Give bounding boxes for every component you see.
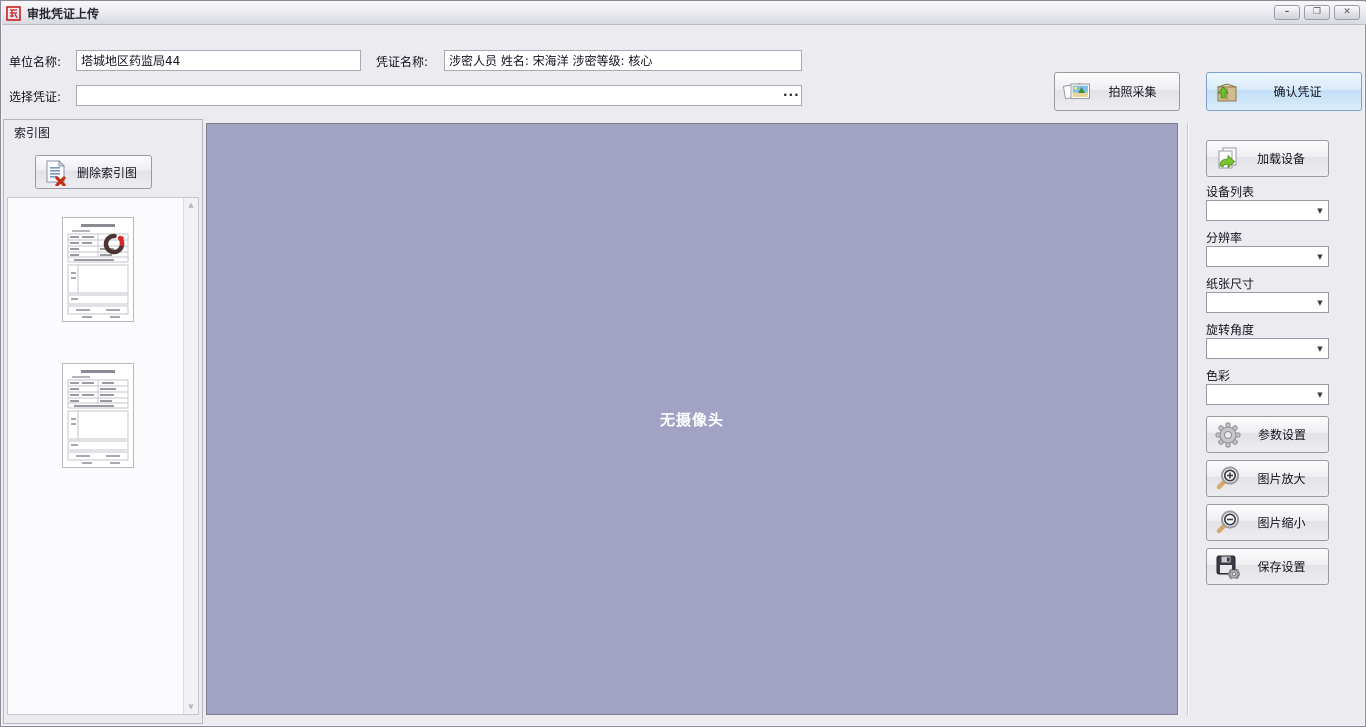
save-settings-label: 保存设置 [1241,558,1328,575]
zoom-in-icon [1214,465,1241,492]
voucher-name-label: 凭证名称: [376,53,428,70]
close-button[interactable]: ✕ [1334,5,1360,20]
zoom-out-icon [1214,509,1241,536]
image-zoom-out-button[interactable]: 图片缩小 [1206,504,1329,541]
thumbnail-scrollbar[interactable]: ▲ ▼ [183,198,198,714]
parameter-settings-button[interactable]: 参数设置 [1206,416,1329,453]
no-camera-message: 无摄像头 [660,409,724,430]
chevron-down-icon: ▼ [1312,391,1328,399]
index-images-panel: 索引图 删除索引图 [3,119,203,724]
chevron-down-icon: ▼ [1312,299,1328,307]
box-upload-icon [1214,79,1240,105]
thumbnail-page-2[interactable] [62,363,134,468]
delete-index-image-label: 删除索引图 [69,164,151,181]
save-disk-icon [1214,553,1241,580]
rotation-angle-dropdown[interactable]: ▼ [1206,338,1329,359]
rotation-angle-label: 旋转角度 [1206,321,1254,338]
image-zoom-in-button[interactable]: 图片放大 [1206,460,1329,497]
index-images-title: 索引图 [14,124,50,141]
resolution-dropdown[interactable]: ▼ [1206,246,1329,267]
window-title: 审批凭证上传 [27,5,99,22]
app-window: 审批凭证上传 – ❐ ✕ 单位名称: 凭证名称: 选择凭证: ... 拍照采集 [0,0,1366,727]
image-zoom-out-label: 图片缩小 [1241,514,1328,531]
minimize-button[interactable]: – [1274,5,1300,20]
delete-document-icon [43,159,69,186]
resolution-label: 分辨率 [1206,229,1242,246]
scroll-down-icon[interactable]: ▼ [188,700,193,714]
load-device-label: 加载设备 [1240,150,1328,167]
delete-index-image-button[interactable]: 删除索引图 [35,155,152,189]
load-device-button[interactable]: 加载设备 [1206,140,1329,177]
unit-name-input[interactable] [76,50,361,71]
chevron-down-icon: ▼ [1312,207,1328,215]
panel-separator [1187,123,1189,715]
parameter-settings-label: 参数设置 [1242,426,1328,443]
load-device-icon [1214,146,1240,171]
thumbnail-page-1[interactable] [62,217,134,322]
photos-icon [1062,79,1092,105]
camera-preview-area: 无摄像头 [206,123,1178,715]
color-label: 色彩 [1206,367,1230,384]
select-voucher-input[interactable] [76,85,802,106]
thumbnail-list[interactable]: ▲ ▼ [7,197,199,715]
confirm-voucher-label: 确认凭证 [1240,83,1361,100]
browse-ellipsis-button[interactable]: ... [783,85,800,99]
select-voucher-label: 选择凭证: [9,88,61,105]
scroll-up-icon[interactable]: ▲ [188,198,193,212]
paper-size-dropdown[interactable]: ▼ [1206,292,1329,313]
device-list-dropdown[interactable]: ▼ [1206,200,1329,221]
capture-photo-label: 拍照采集 [1092,83,1179,100]
confirm-voucher-button[interactable]: 确认凭证 [1206,72,1362,111]
save-settings-button[interactable]: 保存设置 [1206,548,1329,585]
chevron-down-icon: ▼ [1312,253,1328,261]
color-dropdown[interactable]: ▼ [1206,384,1329,405]
paper-size-label: 纸张尺寸 [1206,275,1254,292]
device-list-label: 设备列表 [1206,183,1254,200]
image-zoom-in-label: 图片放大 [1241,470,1328,487]
title-bar[interactable]: 审批凭证上传 – ❐ ✕ [2,2,1366,25]
capture-photo-button[interactable]: 拍照采集 [1054,72,1180,111]
app-logo-icon [6,6,21,21]
voucher-name-input[interactable] [444,50,802,71]
unit-name-label: 单位名称: [9,53,61,70]
restore-button[interactable]: ❐ [1304,5,1330,20]
gear-icon [1214,421,1242,449]
chevron-down-icon: ▼ [1312,345,1328,353]
